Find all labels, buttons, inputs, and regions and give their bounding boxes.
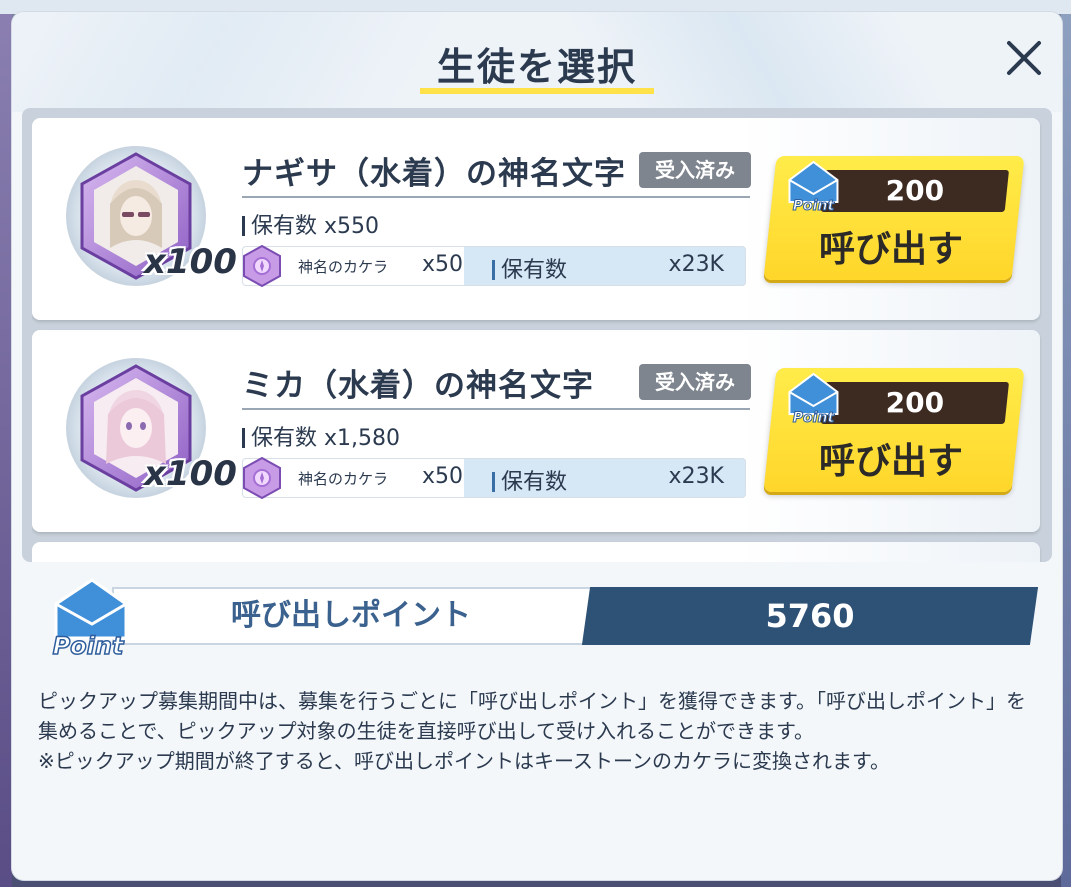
item-name: ナギサ（水着）の神名文字 [242, 156, 626, 192]
eleph-info-row: 神名のカケラ x50 保有数 x23K [242, 456, 746, 500]
eleph-label: 神名のカケラ [298, 258, 389, 276]
eleph-icon [243, 456, 281, 500]
item-quantity: x100 [144, 454, 237, 494]
eleph-info-row: 神名のカケラ x50 保有数 x23K [242, 244, 746, 288]
dialog-title: 生徒を選択 [436, 45, 637, 89]
points-value: 5760 [765, 597, 855, 635]
owned-count: 保有数 x550 [242, 208, 379, 240]
item-portrait: x100 [66, 358, 237, 498]
point-icon-label: Point [793, 198, 836, 212]
summon-label: 呼び出す [819, 229, 964, 270]
points-label: 呼び出しポイント [231, 598, 471, 633]
summon-button[interactable]: 200 Point 呼び出す [763, 156, 1025, 280]
point-icon-label: Point [53, 632, 125, 660]
item-list[interactable]: x100 ナギサ（水着）の神名文字 受入済み 保有数 x550 神名のカケラ x… [22, 108, 1052, 562]
eleph-owned-value: x23K [668, 464, 724, 489]
list-item [32, 542, 1040, 562]
summon-label: 呼び出す [819, 441, 964, 482]
description-note: ※ピックアップ期間が終了すると、呼び出しポイントはキーストーンのカケラに変換され… [38, 749, 890, 773]
eleph-icon [243, 244, 281, 288]
item-portrait: x100 [66, 146, 237, 286]
eleph-owned-value: x23K [668, 252, 724, 277]
select-student-dialog: 生徒を選択 x100 ナギサ（水着）の神名文字 受入済み 保有数 x550 神名… [12, 12, 1062, 880]
point-envelope-icon: Point [52, 578, 128, 660]
description-text: ピックアップ募集期間中は、募集を行うごとに「呼び出しポイント」を獲得できます。「… [38, 689, 1026, 743]
summon-cost: 200 [885, 174, 945, 207]
list-item: x100 ナギサ（水着）の神名文字 受入済み 保有数 x550 神名のカケラ x… [32, 118, 1040, 320]
summon-points-bar: 呼び出しポイント 5760 Point [42, 578, 1040, 660]
eleph-cost: x50 [422, 464, 464, 489]
eleph-cost: x50 [422, 252, 464, 277]
list-item: x100 ミカ（水着）の神名文字 受入済み 保有数 x1,580 神名のカケラ … [32, 330, 1040, 532]
eleph-label: 神名のカケラ [298, 470, 389, 488]
summon-button[interactable]: 200 Point 呼び出す [763, 368, 1025, 492]
status-badge: 受入済み [639, 364, 751, 400]
title-underline [420, 88, 654, 94]
point-envelope-icon: Point [788, 160, 839, 212]
owned-count: 保有数 x1,580 [242, 420, 400, 452]
divider [242, 408, 750, 410]
background-right [1061, 14, 1071, 887]
item-quantity: x100 [144, 242, 237, 282]
status-badge: 受入済み [639, 152, 751, 188]
close-button[interactable] [996, 30, 1052, 86]
item-name: ミカ（水着）の神名文字 [242, 368, 594, 404]
close-icon [1007, 41, 1041, 75]
eleph-owned-label: 保有数 [492, 464, 567, 496]
description: ピックアップ募集期間中は、募集を行うごとに「呼び出しポイント」を獲得できます。「… [38, 686, 1038, 776]
summon-cost: 200 [885, 386, 945, 419]
point-icon-label: Point [793, 410, 836, 424]
divider [242, 196, 750, 198]
background-left [0, 14, 12, 887]
point-envelope-icon: Point [788, 372, 839, 424]
eleph-owned-label: 保有数 [492, 252, 567, 284]
